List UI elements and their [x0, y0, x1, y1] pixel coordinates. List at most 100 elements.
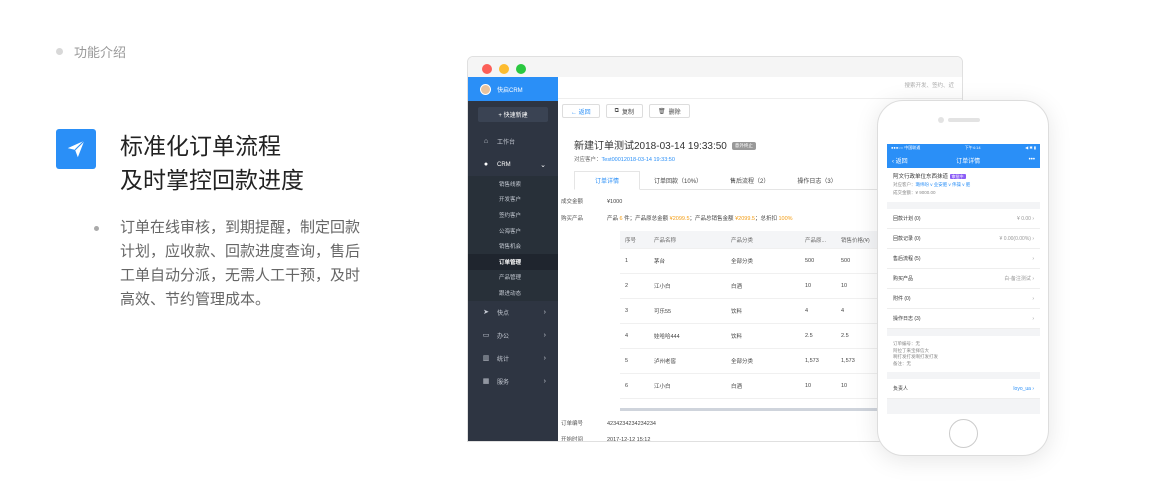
paper-plane-icon [56, 129, 96, 169]
feature-title-line1: 标准化订单流程 [120, 133, 281, 159]
menu-item-office[interactable]: ▭ 办公 › [468, 324, 558, 347]
mobile-nav: ‹ 返回 订单详情 ••• [887, 152, 1040, 168]
table-row[interactable]: 5 泸州老窖 全部分类 1,573 1,573 [620, 349, 880, 374]
avatar[interactable] [480, 83, 491, 95]
order-summary-card: 阿文行政单位东西抹道 审批中 对应客户：璐纬吩 v 业安肥 v 伟操 v 肥 成… [887, 168, 1040, 202]
maximize-dot-icon[interactable] [516, 64, 526, 74]
section-title: 功能介绍 [74, 45, 127, 60]
detail-row[interactable]: 售后流程 (5) › [887, 249, 1040, 269]
horizontal-scrollbar[interactable] [620, 408, 880, 411]
table-cell: 10 [841, 383, 848, 389]
customer-link[interactable]: Test00012018-03-14 19:33:50 [602, 157, 675, 163]
table-row[interactable]: 6 江小白 白酒 10 10 [620, 374, 880, 399]
table-row[interactable]: 2 江小白 白酒 10 10 [620, 274, 880, 299]
table-cell: 饮料 [731, 309, 743, 315]
back-button[interactable]: ← 返回 [562, 104, 600, 118]
detail-label: 操作日志 (3) [893, 316, 921, 322]
table-cell: 500 [841, 258, 851, 264]
detail-row[interactable]: 附件 (0) › [887, 289, 1040, 309]
submenu-item[interactable]: 开发客户 [468, 191, 558, 208]
brand-name: 快启CRM [497, 87, 523, 94]
table-cell: 4 [841, 308, 845, 314]
column-header: 产品名称 [654, 237, 677, 244]
submenu-item[interactable]: 销售线索 [468, 176, 558, 192]
home-icon: ⌂ [483, 138, 489, 145]
menu-item-stats[interactable]: ▥ 统计 › [468, 347, 558, 370]
tab-operation-log[interactable]: 操作日志（3） [783, 171, 850, 189]
customer-link[interactable]: 璐纬吩 v 业安肥 v 伟操 v 肥 [916, 182, 971, 187]
submenu-item[interactable]: 签约客户 [468, 207, 558, 223]
summary-text: ；总折扣 [754, 216, 779, 222]
tab-payments[interactable]: 订单回款（10%） [640, 171, 716, 189]
toolbar: ← 返回 ⧉ 复制 🗑 删除 [562, 104, 690, 118]
home-button[interactable] [949, 419, 978, 448]
detail-value: › [1032, 295, 1034, 302]
note-line: 啊打发打发啊打发打发 [893, 354, 938, 360]
submenu-item[interactable]: 订单管理 [468, 253, 558, 270]
menu-item-crm[interactable]: ● CRM ⌄ [468, 153, 558, 176]
submenu-item[interactable]: 销售机会 [468, 238, 558, 254]
detail-row[interactable]: 购买产品 白-备注测试 › [887, 269, 1040, 289]
submenu-item[interactable]: 跟进动态 [468, 285, 558, 301]
bullet-dot [94, 226, 99, 231]
table-row[interactable]: 3 可乐55 饮料 4 4 [620, 299, 880, 324]
table-cell: 5 [625, 358, 629, 364]
detail-row[interactable]: 操作日志 (3) › [887, 309, 1040, 329]
table-cell: 4 [805, 308, 809, 314]
menu-item-kuaidian[interactable]: ➤ 快点 › [468, 301, 558, 324]
tab-after-sales[interactable]: 售后流程（2） [716, 171, 783, 189]
chevron-right-icon: › [543, 354, 546, 362]
owner-name: loyo_ua [1013, 385, 1031, 392]
camera-icon [938, 117, 944, 123]
detail-label: 附件 (0) [893, 296, 911, 302]
briefcase-icon: ▭ [482, 332, 490, 340]
meta-label: 开始时间 [561, 437, 584, 442]
tab-order-detail[interactable]: 订单详情 [574, 171, 641, 190]
table-row[interactable]: 4 娃哈哈444 饮料 2.5 2.5 [620, 324, 880, 349]
feature-description: 订单在线审核，到期提醒，制定回款计划，应收款、回款进度查询，售后工单自动分派，无… [94, 216, 365, 312]
submenu-item[interactable]: 产品管理 [468, 269, 558, 286]
summary-discount: 100% [778, 216, 793, 222]
owner-row[interactable]: 负责人 loyo_ua › [887, 379, 1040, 400]
feature-title: 标准化订单流程 及时掌控回款进度 [120, 129, 304, 197]
menu-item-workbench[interactable]: ⌂ 工作台 [468, 130, 558, 153]
copy-button[interactable]: ⧉ 复制 [605, 104, 643, 118]
meta-label: 订单编号 [561, 421, 584, 427]
meta-row: 订单编号 4234234234234234 [561, 419, 656, 427]
amount-value: ¥1000 [607, 199, 623, 205]
sidebar: 快启CRM + 快速新建 ⌂ 工作台 ● CRM ⌄ 销售线索 开发客户 签约客户 公海客户… [468, 77, 558, 441]
minimize-dot-icon[interactable] [499, 64, 509, 74]
table-cell: 1,573 [841, 358, 855, 364]
menu-label: CRM [497, 161, 511, 168]
menu-item-service[interactable]: ▦ 服务 › [468, 370, 558, 393]
page-title: 订单详情 [956, 158, 981, 165]
meta-value: 4234234234234234 [607, 421, 656, 427]
table-row[interactable]: 1 茅台 全部分类 500 500 [620, 249, 880, 274]
quick-new-button[interactable]: + 快速新建 [478, 107, 548, 122]
status-bar: ●●●○○ 中国联通 下午4:14 ◀ ✱ ▮ [887, 144, 1040, 152]
table-cell: 6 [625, 383, 629, 389]
detail-row[interactable]: 回款记录 (0) ¥ 0.00(0.00%) › [887, 229, 1040, 249]
detail-label: 售后流程 (5) [893, 256, 921, 262]
user-icon: ● [483, 161, 489, 168]
customer-label: 对应客户： [893, 182, 916, 187]
table-cell: 10 [805, 383, 812, 389]
column-header: 产品分类 [731, 237, 754, 244]
trash-icon: 🗑 [657, 108, 666, 115]
detail-label: 回款计划 (0) [893, 216, 921, 222]
summary-text: 产品 [607, 216, 620, 222]
close-dot-icon[interactable] [482, 64, 492, 74]
menu-label: 服务 [497, 379, 510, 386]
sidebar-brand: 快启CRM [468, 77, 558, 101]
back-button[interactable]: ‹ 返回 [892, 156, 908, 165]
delete-button[interactable]: 🗑 删除 [648, 104, 690, 118]
more-icon[interactable]: ••• [1029, 157, 1035, 163]
table-cell: 2.5 [841, 333, 849, 339]
detail-value: ¥ 0.00 › [1017, 215, 1034, 222]
submenu-item[interactable]: 公海客户 [468, 222, 558, 239]
products-summary: 产品 6 件；产品原总金额 ¥2099.5；产品总销售金额 ¥2099.5；总折… [607, 216, 793, 222]
table-cell: 2 [625, 283, 629, 289]
search-input[interactable]: 搜索开发、签约、近 [904, 81, 954, 89]
copy-label: 复制 [621, 109, 634, 116]
detail-row[interactable]: 回款计划 (0) ¥ 0.00 › [887, 209, 1040, 229]
